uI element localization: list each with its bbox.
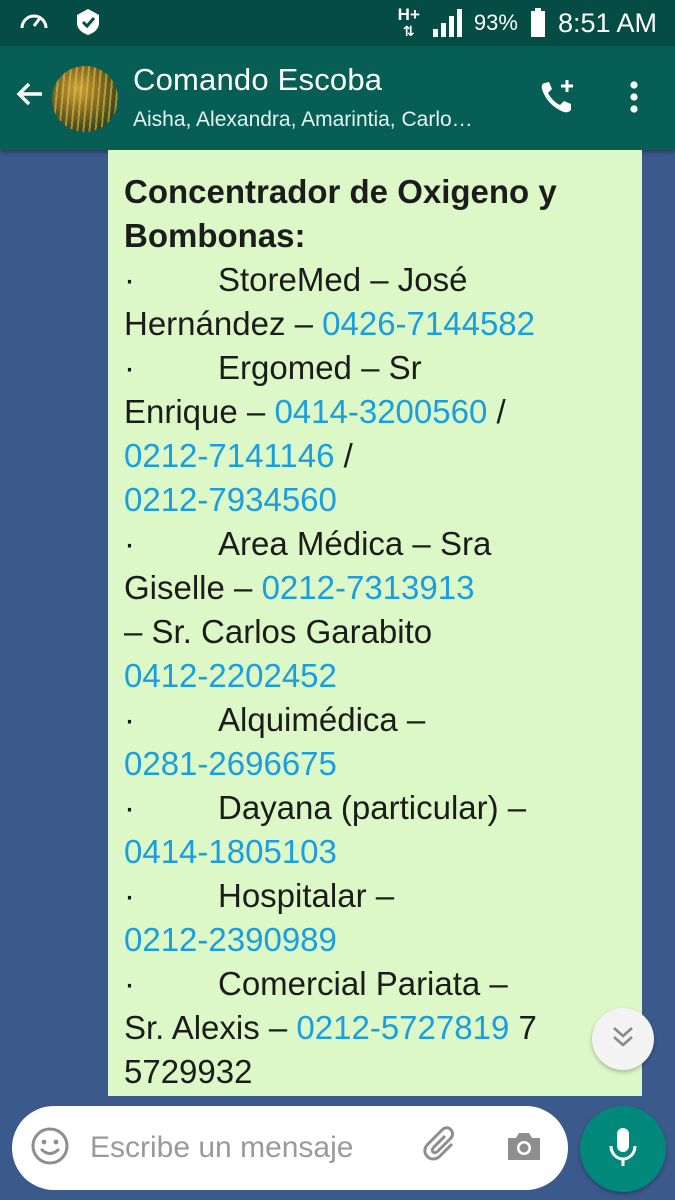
message-input[interactable] [90, 1126, 400, 1170]
list-item-cont: Enrique – 0414-3200560 / [124, 390, 628, 434]
voice-message-button[interactable] [580, 1106, 666, 1192]
phone-link[interactable]: 0414-1805103 [124, 833, 337, 870]
list-item-cont: Sr. Alexis – 0212-5727819 7 [124, 1006, 628, 1050]
list-item-cont: 0212-2390989 [124, 918, 628, 962]
camera-icon [504, 1128, 544, 1169]
phone-link[interactable]: 0212-7313913 [262, 569, 475, 606]
shield-icon [72, 6, 104, 38]
camera-button[interactable] [500, 1124, 548, 1172]
contact-text: – Sr. Carlos Garabito [124, 613, 433, 650]
list-item: · Hospitalar – [124, 874, 628, 918]
contact-text: 5729932 [124, 1053, 253, 1090]
contact-text: StoreMed – José [218, 261, 468, 298]
list-item: · Ergomed – Sr [124, 346, 628, 390]
emoji-icon [29, 1125, 71, 1172]
bullet: · [124, 789, 135, 826]
more-vert-icon [629, 80, 639, 119]
phone-link[interactable]: 0426-7144582 [322, 305, 535, 342]
contact-text: Comercial Pariata – [218, 965, 508, 1002]
clock: 8:51 AM [557, 7, 657, 38]
emoji-button[interactable] [28, 1126, 72, 1170]
phone-link[interactable]: 0212-7934560 [124, 481, 337, 518]
contact-text: 7 [509, 1009, 537, 1046]
chat-area[interactable]: Concentrador de Oxigeno y Bombonas: · Sto… [0, 150, 675, 1100]
scroll-down-button[interactable] [592, 1008, 654, 1070]
list-item: · StoreMed – José [124, 258, 628, 302]
paperclip-icon [422, 1125, 462, 1171]
bullet: · [124, 701, 135, 738]
contact-text: Hospitalar – [218, 877, 395, 914]
list-item-cont: Hernández – 0426-7144582 [124, 302, 628, 346]
battery-percent: 93% [473, 10, 518, 35]
contact-text: Sr. Alexis – [124, 1009, 297, 1046]
contact-text: Giselle – [124, 569, 262, 606]
bullet: · [124, 261, 135, 298]
bullet: · [124, 349, 135, 386]
mic-icon [607, 1126, 639, 1173]
status-bar: H+ ⇅ 93% 8:51 AM [0, 0, 675, 46]
message-composer [12, 1106, 568, 1190]
bullet: · [124, 877, 135, 914]
group-members[interactable]: Aisha, Alexandra, Amarintia, Carlo… [133, 108, 513, 132]
phone-link[interactable]: 0414-3200560 [274, 393, 487, 430]
signal-icon [432, 9, 462, 37]
phone-link[interactable]: 0212-5727819 [296, 1009, 509, 1046]
group-title[interactable]: Comando Escoba [133, 62, 382, 98]
add-call-icon [537, 77, 577, 122]
list-item-cont: – Sr. Carlos Garabito [124, 610, 628, 654]
add-call-button[interactable] [530, 72, 584, 126]
contact-text: Ergomed – Sr [218, 349, 422, 386]
message-title-cont: Bombonas: [124, 217, 306, 254]
list-item: · Alquimédica – [124, 698, 628, 742]
speedometer-icon [18, 6, 50, 38]
list-item: · Dayana (particular) – [124, 786, 628, 830]
contact-text: Hernández – [124, 305, 323, 342]
chat-header: Comando Escoba Aisha, Alexandra, Amarint… [0, 46, 675, 150]
list-item-cont: Giselle – 0212-7313913 [124, 566, 628, 610]
list-item-cont: 0212-7141146 / [124, 434, 628, 478]
back-button[interactable] [8, 74, 52, 118]
attach-button[interactable] [418, 1124, 466, 1172]
message-bubble[interactable]: Concentrador de Oxigeno y Bombonas: · Sto… [108, 150, 642, 1096]
list-item: · Area Médica – Sra [124, 522, 628, 566]
network-type-label: H+ [397, 5, 420, 24]
phone-link[interactable]: 0281-2696675 [124, 745, 337, 782]
bullet: · [124, 525, 135, 562]
message-title: Concentrador de Oxigeno y [124, 173, 557, 210]
back-arrow-icon [14, 78, 46, 115]
phone-link[interactable]: 0412-2202452 [124, 657, 337, 694]
scroll-down-icon [609, 1023, 637, 1056]
contact-text: Dayana (particular) – [218, 789, 527, 826]
list-item: · Comercial Pariata – [124, 962, 628, 1006]
phone-link[interactable]: 0212-7141146 [124, 437, 334, 474]
list-item-cont: 0212-7934560 [124, 478, 628, 522]
bullet: · [124, 965, 135, 1002]
battery-icon [530, 8, 546, 38]
contact-text: Enrique – [124, 393, 275, 430]
separator-text: / [487, 393, 506, 430]
list-item-cont: 0414-1805103 [124, 830, 628, 874]
contact-text: Area Médica – Sra [218, 525, 492, 562]
list-item-cont: 5729932 [124, 1050, 628, 1094]
list-item-cont: 0281-2696675 [124, 742, 628, 786]
contact-text: Alquimédica – [218, 701, 426, 738]
list-item-cont: 0412-2202452 [124, 654, 628, 698]
network-type-icon: H+ ⇅ [397, 5, 420, 39]
separator-text: / [334, 437, 353, 474]
more-options-button[interactable] [612, 72, 656, 126]
phone-link[interactable]: 0212-2390989 [124, 921, 337, 958]
group-avatar[interactable] [52, 66, 118, 132]
